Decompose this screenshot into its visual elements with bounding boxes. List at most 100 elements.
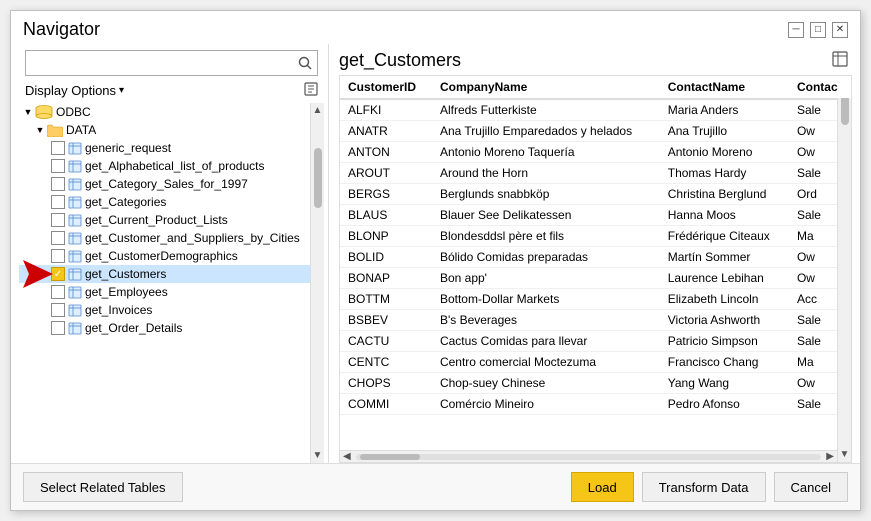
tree-item[interactable]: get_Order_Details [19,319,324,337]
table-row[interactable]: BLONPBlondesddsl père et filsFrédérique … [340,226,851,247]
table-row[interactable]: BOLIDBólido Comidas preparadasMartín Som… [340,247,851,268]
tree-item[interactable]: get_Current_Product_Lists [19,211,324,229]
table-cell: Centro comercial Moctezuma [432,352,660,373]
tree-item[interactable]: get_Customer_and_Suppliers_by_Cities [19,229,324,247]
tree-checkbox[interactable] [51,285,65,299]
title-bar: Navigator ─ □ ✕ [11,11,860,44]
tree-items-container: generic_request get_Alphabetical_list_of_… [19,139,324,337]
hscroll-right[interactable]: ▶ [823,451,837,462]
table-cell: BERGS [340,184,432,205]
select-related-tables-button[interactable]: Select Related Tables [23,472,183,502]
transform-data-button[interactable]: Transform Data [642,472,766,502]
table-row[interactable]: ANATRAna Trujillo Emparedados y heladosA… [340,121,851,142]
tree-item[interactable]: get_CustomerDemographics [19,247,324,265]
collapse-triangle-odbc[interactable]: ▼ [23,107,33,117]
table-cell: ANATR [340,121,432,142]
table-cell: Hanna Moos [660,205,789,226]
table-cell: Maria Anders [660,99,789,121]
tree-item-label: get_Category_Sales_for_1997 [85,177,248,191]
tree-item-data[interactable]: ▼ DATA [19,121,324,139]
collapse-triangle-data[interactable]: ▼ [35,125,45,135]
table-row[interactable]: BERGSBerglunds snabbköpChristina Berglun… [340,184,851,205]
right-vscroll-down[interactable]: ▼ [838,447,851,462]
hscroll-left[interactable]: ◀ [340,451,354,462]
vscroll-up[interactable]: ▲ [311,103,324,118]
right-hscroll[interactable]: ◀ ▶ [340,450,837,462]
tree-vscroll[interactable]: ▲ ▼ [310,103,324,463]
search-icon[interactable] [293,51,317,75]
tree-item[interactable]: get_Employees [19,283,324,301]
right-vscroll-thumb[interactable] [841,95,849,125]
table-cell: B's Beverages [432,310,660,331]
tree-item[interactable]: get_Category_Sales_for_1997 [19,175,324,193]
tree-item[interactable]: ✓get_Customers [19,265,324,283]
table-cell: Francisco Chang [660,352,789,373]
title-bar-controls: ─ □ ✕ [788,22,848,38]
table-row[interactable]: AROUTAround the HornThomas HardySale [340,163,851,184]
table-row[interactable]: COMMIComércio MineiroPedro AfonsoSale [340,394,851,415]
tree-item[interactable]: generic_request [19,139,324,157]
tree-item-label: get_Customer_and_Suppliers_by_Cities [85,231,300,245]
maximize-button[interactable]: □ [810,22,826,38]
tree-checkbox[interactable] [51,213,65,227]
tree-checkbox[interactable] [51,249,65,263]
search-box[interactable] [25,50,318,76]
search-input[interactable] [26,54,293,73]
tree-checkbox[interactable] [51,321,65,335]
table-row[interactable]: CACTUCactus Comidas para llevarPatricio … [340,331,851,352]
tree-checkbox[interactable] [51,195,65,209]
table-cell: Around the Horn [432,163,660,184]
right-panel-icon[interactable] [832,51,848,70]
tree-item[interactable]: get_Invoices [19,301,324,319]
data-table-wrap: CustomerIDCompanyNameContactNameContac A… [339,75,852,463]
table-header-cell: Contac [789,76,851,99]
table-row[interactable]: BOTTMBottom-Dollar MarketsElizabeth Linc… [340,289,851,310]
display-options-arrow: ▾ [119,85,124,96]
table-cell: BLAUS [340,205,432,226]
table-row[interactable]: CENTCCentro comercial MoctezumaFrancisco… [340,352,851,373]
table-row[interactable]: BONAPBon app'Laurence LebihanOw [340,268,851,289]
cancel-button[interactable]: Cancel [774,472,848,502]
vscroll-down[interactable]: ▼ [311,448,324,463]
tree-checkbox[interactable] [51,231,65,245]
tree-item-odbc[interactable]: ▼ ODBC [19,103,324,121]
tree-checkbox[interactable] [51,141,65,155]
table-cell: Christina Berglund [660,184,789,205]
table-row[interactable]: ANTONAntonio Moreno TaqueríaAntonio More… [340,142,851,163]
table-header-cell: CompanyName [432,76,660,99]
tree-checkbox[interactable] [51,303,65,317]
table-cell: BLONP [340,226,432,247]
bottom-left: Select Related Tables [23,472,183,502]
table-row[interactable]: BSBEVB's BeveragesVictoria AshworthSale [340,310,851,331]
load-button[interactable]: Load [571,472,634,502]
table-scroll-container[interactable]: CustomerIDCompanyNameContactNameContac A… [340,76,851,462]
hscroll-thumb[interactable] [360,454,420,460]
table-row[interactable]: CHOPSChop-suey ChineseYang WangOw [340,373,851,394]
tree-item[interactable]: get_Alphabetical_list_of_products [19,157,324,175]
content-area: Display Options ▾ ▼ [11,44,860,463]
table-cell: Antonio Moreno Taquería [432,142,660,163]
table-row[interactable]: ALFKIAlfreds FutterkisteMaria AndersSale [340,99,851,121]
tree-checkbox[interactable] [51,177,65,191]
close-button[interactable]: ✕ [832,22,848,38]
table-cell: Cactus Comidas para llevar [432,331,660,352]
tree-checkbox[interactable] [51,159,65,173]
tree-checkbox[interactable]: ✓ [51,267,65,281]
tree-item-label: get_Alphabetical_list_of_products [85,159,264,173]
table-cell: AROUT [340,163,432,184]
display-options-icon[interactable] [304,82,318,99]
table-cell: Yang Wang [660,373,789,394]
table-cell: Alfreds Futterkiste [432,99,660,121]
tree-item[interactable]: get_Categories [19,193,324,211]
table-cell: COMMI [340,394,432,415]
vscroll-thumb[interactable] [314,148,322,208]
table-row[interactable]: BLAUSBlauer See DelikatessenHanna MoosSa… [340,205,851,226]
table-cell: Blauer See Delikatessen [432,205,660,226]
navigator-dialog: Navigator ─ □ ✕ [10,10,861,511]
tree-item-label: get_Current_Product_Lists [85,213,228,227]
data-label: DATA [66,123,96,137]
tree-item-label: get_Categories [85,195,166,209]
minimize-button[interactable]: ─ [788,22,804,38]
right-vscroll[interactable]: ▲ ▼ [837,76,851,462]
display-options-button[interactable]: Display Options ▾ [25,83,124,98]
